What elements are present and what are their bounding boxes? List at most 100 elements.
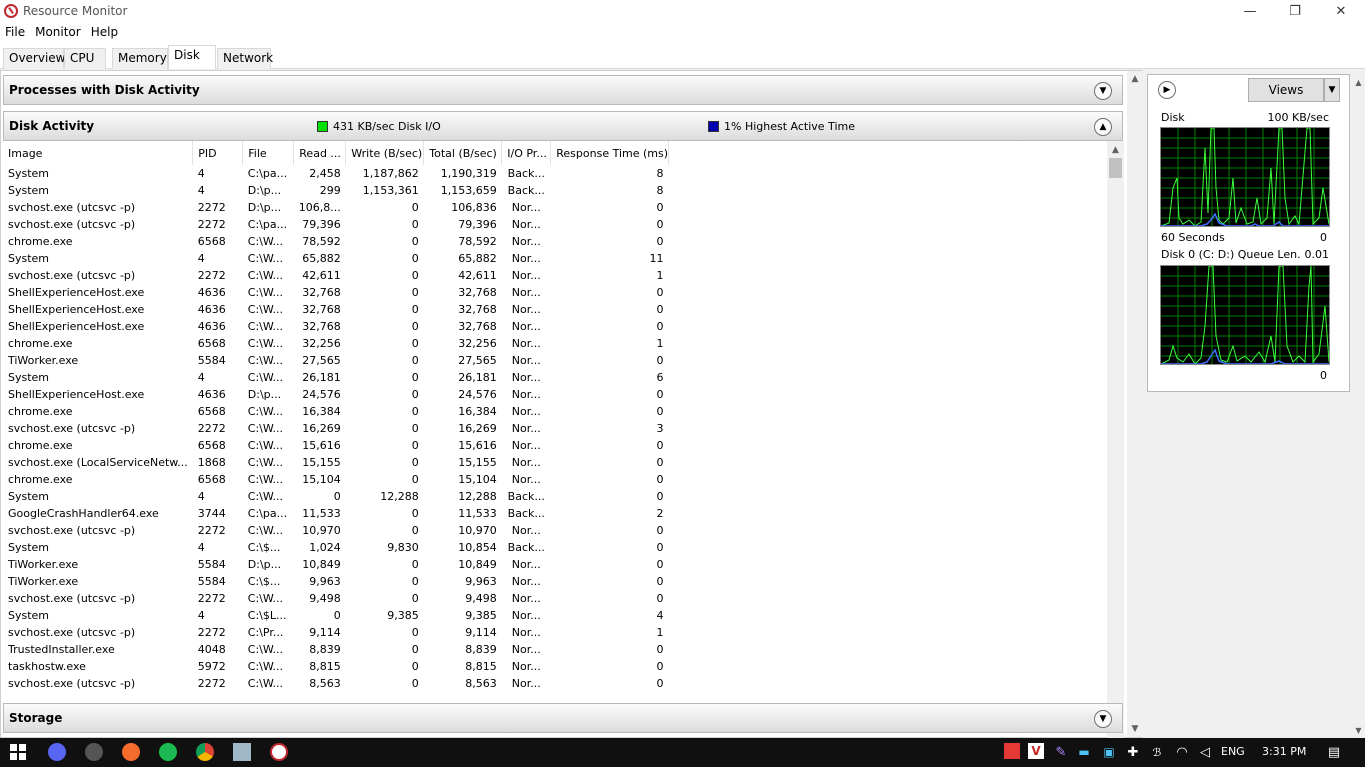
steam-icon[interactable] — [85, 743, 103, 761]
chevron-down-icon: ▼ — [1099, 713, 1107, 724]
main-scrollbar[interactable]: ▲ ▼ — [1127, 71, 1143, 737]
tray-app-icon-1[interactable] — [1004, 743, 1020, 759]
views-dropdown-button[interactable]: ▼ — [1324, 78, 1340, 102]
volume-icon[interactable]: ◁ — [1196, 743, 1214, 761]
table-row[interactable]: System 4 C:\W... 65,882 0 65,882 Nor... 11 — [3, 250, 669, 267]
graphs-scroll-up-arrow[interactable]: ▲ — [1352, 74, 1365, 90]
minimize-button[interactable]: — — [1227, 0, 1273, 23]
table-row[interactable]: System 4 C:\pa... 2,458 1,187,862 1,190,319 Ba… — [3, 165, 669, 182]
table-row[interactable]: svchost.exe (utcsvc -p) 2272 C:\W... 9,498 0… — [3, 590, 669, 607]
expand-storage-button[interactable]: ▼ — [1094, 710, 1112, 728]
table-cell: svchost.exe (utcsvc -p) — [8, 677, 136, 690]
windows-start-icon[interactable] — [9, 743, 27, 761]
table-row[interactable]: TrustedInstaller.exe 4048 C:\W... 8,839 0 8,8… — [3, 641, 669, 658]
table-row[interactable]: ShellExperienceHost.exe 4636 C:\W... 32,768… — [3, 284, 669, 301]
table-row[interactable]: chrome.exe 6568 C:\W... 78,592 0 78,592 Nor...… — [3, 233, 669, 250]
table-row[interactable]: svchost.exe (utcsvc -p) 2272 C:\Pr... 9,114… — [3, 624, 669, 641]
table-cell: 0 — [411, 235, 419, 248]
wifi-icon[interactable]: ◠ — [1173, 743, 1191, 761]
menu-file[interactable]: File — [0, 23, 30, 43]
tray-pen-icon[interactable]: ✎ — [1052, 743, 1070, 761]
main-scroll-up-arrow[interactable]: ▲ — [1127, 71, 1143, 87]
expand-processes-button[interactable]: ▼ — [1094, 82, 1112, 100]
table-row[interactable]: System 4 C:\$L... 0 9,385 9,385 Nor... 4 — [3, 607, 669, 624]
table-cell: Back... — [507, 490, 545, 503]
table-row[interactable]: System 4 D:\p... 299 1,153,361 1,153,659 Back.… — [3, 182, 669, 199]
column-header-read[interactable]: Read ... — [293, 141, 347, 165]
table-row[interactable]: svchost.exe (utcsvc -p) 2272 C:\pa... 79,39… — [3, 216, 669, 233]
scroll-up-arrow[interactable]: ▲ — [1107, 141, 1124, 158]
table-row[interactable]: taskhostw.exe 5972 C:\W... 8,815 0 8,815 Nor..… — [3, 658, 669, 675]
menu-monitor[interactable]: Monitor — [30, 23, 86, 43]
close-button[interactable]: ✕ — [1318, 0, 1364, 23]
table-cell: Nor... — [511, 235, 541, 248]
column-header-io-priority[interactable]: I/O Pr... — [501, 141, 552, 165]
table-row[interactable]: System 4 C:\W... 0 12,288 12,288 Back... 0 — [3, 488, 669, 505]
table-row[interactable]: GoogleCrashHandler64.exe 3744 C:\pa... 11,5… — [3, 505, 669, 522]
spotify-icon[interactable] — [159, 743, 177, 761]
table-row[interactable]: svchost.exe (utcsvc -p) 2272 C:\W... 16,269… — [3, 420, 669, 437]
menu-help[interactable]: Help — [86, 23, 123, 43]
disk-graph-max: 100 KB/sec — [1267, 111, 1329, 124]
table-row[interactable]: svchost.exe (utcsvc -p) 2272 C:\W... 42,611… — [3, 267, 669, 284]
storage-section-header[interactable]: Storage ▼ — [3, 703, 1123, 733]
table-row[interactable]: ShellExperienceHost.exe 4636 C:\W... 32,768… — [3, 301, 669, 318]
language-indicator[interactable]: ENG — [1221, 745, 1245, 758]
tray-ime-icon[interactable]: ℬ — [1148, 743, 1166, 761]
table-row[interactable]: svchost.exe (utcsvc -p) 2272 D:\p... 106,8.… — [3, 199, 669, 216]
graphs-scroll-down-arrow[interactable]: ▼ — [1352, 722, 1365, 738]
maximize-button[interactable]: ❐ — [1272, 0, 1318, 23]
origin-icon[interactable] — [122, 743, 140, 761]
table-row[interactable]: chrome.exe 6568 C:\W... 16,384 0 16,384 Nor...… — [3, 403, 669, 420]
table-row[interactable]: chrome.exe 6568 C:\W... 15,104 0 15,104 Nor...… — [3, 471, 669, 488]
tab-cpu[interactable]: CPU — [64, 48, 106, 69]
tray-app-icon-2[interactable]: V — [1028, 743, 1044, 759]
window-title: Resource Monitor — [23, 4, 128, 18]
table-row[interactable]: ShellExperienceHost.exe 4636 C:\W... 32,768… — [3, 318, 669, 335]
disk-section-header[interactable]: Disk Activity 431 KB/sec Disk I/O 1% Hig… — [3, 111, 1123, 141]
scroll-thumb[interactable] — [1109, 158, 1122, 178]
table-row[interactable]: TiWorker.exe 5584 C:\W... 27,565 0 27,565 Nor.… — [3, 352, 669, 369]
table-row[interactable]: chrome.exe 6568 C:\W... 32,256 0 32,256 Nor...… — [3, 335, 669, 352]
table-cell: C:\W... — [247, 286, 283, 299]
tab-memory[interactable]: Memory — [112, 48, 168, 69]
table-row[interactable]: chrome.exe 6568 C:\W... 15,616 0 15,616 Nor...… — [3, 437, 669, 454]
table-row[interactable]: System 4 C:\W... 26,181 0 26,181 Nor... 6 — [3, 369, 669, 386]
table-cell: 0 — [656, 558, 664, 571]
discord-icon[interactable] — [48, 743, 66, 761]
monitor-app-icon[interactable] — [233, 743, 251, 761]
column-header-write[interactable]: Write (B/sec) — [345, 141, 425, 165]
table-scrollbar[interactable]: ▲ ▼ — [1107, 141, 1124, 767]
views-button[interactable]: Views — [1248, 78, 1324, 102]
action-center-icon[interactable]: ▤ — [1325, 743, 1343, 761]
table-row[interactable]: ShellExperienceHost.exe 4636 D:\p... 24,576… — [3, 386, 669, 403]
table-row[interactable]: svchost.exe (utcsvc -p) 2272 C:\W... 10,970… — [3, 522, 669, 539]
column-header-pid[interactable]: PID — [192, 141, 244, 165]
tray-display-icon[interactable]: ▬ — [1075, 743, 1093, 761]
column-header-total[interactable]: Total (B/sec) — [423, 141, 503, 165]
tray-network-app-icon[interactable]: ▣ — [1100, 743, 1118, 761]
processes-section-header[interactable]: Processes with Disk Activity ▼ — [3, 75, 1123, 105]
tab-network[interactable]: Network — [217, 48, 273, 69]
table-cell: 0 — [656, 660, 664, 673]
column-header-file[interactable]: File — [242, 141, 295, 165]
column-header-image[interactable]: Image — [3, 141, 194, 165]
table-cell: 0 — [411, 592, 419, 605]
table-row[interactable]: System 4 C:\$... 1,024 9,830 10,854 Back... 0 — [3, 539, 669, 556]
collapse-disk-button[interactable]: ▲ — [1094, 118, 1112, 136]
tab-overview[interactable]: Overview — [3, 48, 66, 69]
table-row[interactable]: svchost.exe (LocalServiceNetw... 1868 C:\W… — [3, 454, 669, 471]
table-row[interactable]: TiWorker.exe 5584 C:\$... 9,963 0 9,963 Nor...… — [3, 573, 669, 590]
table-row[interactable]: TiWorker.exe 5584 D:\p... 10,849 0 10,849 Nor.… — [3, 556, 669, 573]
toggle-graphs-button[interactable]: ▶ — [1158, 81, 1176, 99]
main-scroll-down-arrow[interactable]: ▼ — [1127, 721, 1143, 737]
tray-security-icon[interactable]: ✚ — [1124, 743, 1142, 761]
table-cell: 9,385 — [387, 609, 419, 622]
column-header-response-time[interactable]: Response Time (ms) — [550, 141, 670, 165]
resource-monitor-taskbar-icon[interactable] — [270, 743, 288, 761]
table-row[interactable]: svchost.exe (utcsvc -p) 2272 C:\W... 8,563 0… — [3, 675, 669, 692]
clock[interactable]: 3:31 PM — [1262, 745, 1306, 758]
graphs-scrollbar[interactable]: ▲ ▼ — [1352, 74, 1365, 738]
tab-disk[interactable]: Disk — [168, 45, 216, 69]
chrome-icon[interactable] — [196, 743, 214, 761]
